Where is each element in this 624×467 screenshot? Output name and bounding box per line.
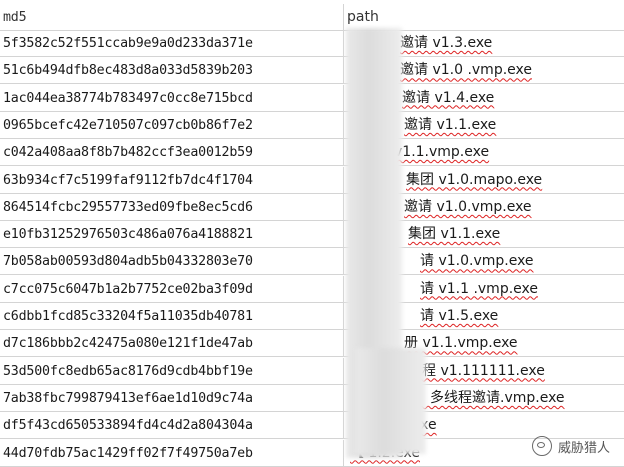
md5-cell[interactable]: 0965bcefc42e710507c097cb0b86f7e2 bbox=[0, 111, 344, 138]
table-row[interactable]: 7ab38fbc799879413ef6ae1d10d9c74a 】多线程邀请.v… bbox=[0, 384, 624, 412]
table-row[interactable]: c7cc075c6047b1a2b7752ce02ba3f09d 请 v1.1 .… bbox=[0, 275, 624, 303]
table-row[interactable]: 51c6b494dfb8ec483d8a033d5839b203 邀请 v1.0 … bbox=[0, 57, 624, 85]
table-row[interactable]: e10fb31252976503c486a076a4188821 集团 v1.1.… bbox=[0, 221, 624, 249]
table-row[interactable]: c6dbb1fcd85c33204f5a11035db40781 请 v1.5.e… bbox=[0, 303, 624, 330]
path-text: 线程 v1.111111.exe bbox=[408, 362, 545, 379]
table-row[interactable]: 864514fcbc29557733ed09fbe8ec5cd6 邀请 v1.0.… bbox=[0, 193, 624, 221]
md5-cell[interactable]: c6dbb1fcd85c33204f5a11035db40781 bbox=[0, 303, 344, 329]
path-text: v1.1.vmp.exe bbox=[394, 144, 490, 161]
table-row[interactable]: d7c186bbb2c42475a080e121f1de47ab 册 v1.1.v… bbox=[0, 330, 624, 358]
path-text: 请 v1.1 .vmp.exe bbox=[420, 280, 538, 297]
table-row[interactable]: 53d500fc8edb65ac8176d9cdb4bbf19e 线程 v1.11… bbox=[0, 357, 624, 385]
table-row[interactable]: 1ac044ea38774b783497c0cc8e715bcd 邀请 v1.4.… bbox=[0, 84, 624, 112]
md5-cell[interactable]: e10fb31252976503c486a076a4188821 bbox=[0, 221, 344, 248]
table-row[interactable]: df5f43cd650533894fd4c4d2a804304a.1.exe bbox=[0, 412, 624, 440]
path-text: 集团 v1.0.mapo.exe bbox=[406, 171, 543, 188]
header-path[interactable]: path bbox=[344, 4, 624, 30]
redaction-mask bbox=[356, 348, 426, 454]
table-row[interactable]: 5f3582c52f551ccab9e9a0d233da371e 邀请 v1.3.… bbox=[0, 30, 624, 57]
watermark: 威胁猎人 bbox=[531, 434, 610, 458]
table-row[interactable]: 63b934cf7c5199faf9112fb7dc4f1704 集团 v1.0.… bbox=[0, 166, 624, 194]
path-text: 邀请 v1.1.exe bbox=[404, 116, 497, 133]
path-text: 邀请 v1.0.vmp.exe bbox=[404, 198, 532, 215]
path-text: 请 v1.5.exe bbox=[420, 308, 499, 324]
md5-cell[interactable]: c042a408aa8f8b7b482ccf3ea0012b59 bbox=[0, 139, 344, 166]
path-text: 请 v1.0.vmp.exe bbox=[420, 253, 534, 270]
md5-cell[interactable]: 864514fcbc29557733ed09fbe8ec5cd6 bbox=[0, 193, 344, 220]
table-row[interactable]: c042a408aa8f8b7b482ccf3ea0012b59 v1.1.vmp… bbox=[0, 139, 624, 167]
md5-cell[interactable]: 7b058ab00593d804adb5b04332803e70 bbox=[0, 248, 344, 275]
md5-cell[interactable]: 7ab38fbc799879413ef6ae1d10d9c74a bbox=[0, 384, 344, 411]
md5-cell[interactable]: 63b934cf7c5199faf9112fb7dc4f1704 bbox=[0, 166, 344, 193]
md5-cell[interactable]: 5f3582c52f551ccab9e9a0d233da371e bbox=[0, 30, 344, 56]
path-text: 邀请 v1.4.exe bbox=[402, 89, 495, 106]
md5-cell[interactable]: 44d70fdb75ac1429ff02f7f49750a7eb bbox=[0, 439, 344, 466]
md5-cell[interactable]: c7cc075c6047b1a2b7752ce02ba3f09d bbox=[0, 275, 344, 302]
md5-cell[interactable]: 53d500fc8edb65ac8176d9cdb4bbf19e bbox=[0, 357, 344, 384]
wechat-icon bbox=[531, 436, 552, 456]
path-text: 邀请 v1.0 .vmp.exe bbox=[400, 62, 532, 79]
spreadsheet: md5 path 5f3582c52f551ccab9e9a0d233da371… bbox=[0, 0, 624, 467]
header-md5[interactable]: md5 bbox=[0, 4, 344, 30]
header-row: md5 path bbox=[0, 4, 624, 31]
watermark-label: 威胁猎人 bbox=[557, 440, 610, 456]
table-row[interactable]: 0965bcefc42e710507c097cb0b86f7e2 邀请 v1.1.… bbox=[0, 111, 624, 139]
md5-cell[interactable]: 1ac044ea38774b783497c0cc8e715bcd bbox=[0, 84, 344, 111]
table-row[interactable]: 7b058ab00593d804adb5b04332803e70 请 v1.0.v… bbox=[0, 248, 624, 276]
path-text: 邀请 v1.3.exe bbox=[400, 35, 493, 51]
path-text: 】多线程邀请.vmp.exe bbox=[416, 389, 565, 406]
md5-cell[interactable]: df5f43cd650533894fd4c4d2a804304a bbox=[0, 412, 344, 439]
table-row[interactable]: 44d70fdb75ac1429ff02f7f49750a7eb【 1.2.ex… bbox=[0, 439, 624, 467]
md5-cell[interactable]: 51c6b494dfb8ec483d8a033d5839b203 bbox=[0, 57, 344, 84]
md5-cell[interactable]: d7c186bbb2c42475a080e121f1de47ab bbox=[0, 330, 344, 357]
path-text: 集团 v1.1.exe bbox=[408, 226, 501, 243]
